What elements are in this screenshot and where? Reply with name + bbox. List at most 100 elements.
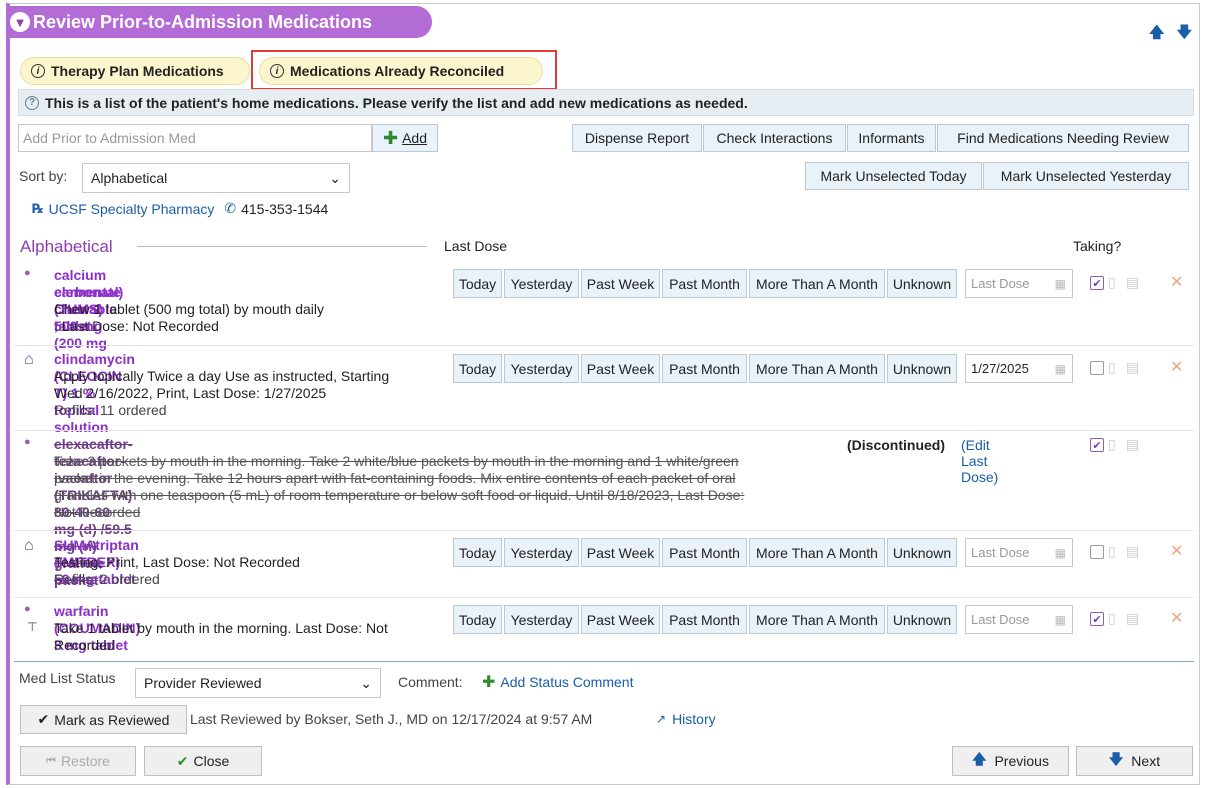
- last-dose-unknown-button[interactable]: Unknown: [887, 269, 957, 298]
- restore-icon: ⏮: [46, 754, 56, 767]
- last-dose-input[interactable]: 1/27/2025 ▦: [965, 354, 1073, 383]
- last-dose-past-week-button[interactable]: Past Week: [581, 605, 660, 634]
- informants-button[interactable]: Informants: [847, 124, 936, 152]
- remove-icon[interactable]: ✕: [1170, 357, 1183, 377]
- info-banner-text: This is a list of the patient's home med…: [45, 94, 748, 111]
- last-dose-more-than-a-month-button[interactable]: More Than A Month: [749, 354, 885, 383]
- med-list-status-label: Med List Status: [19, 670, 116, 686]
- med-sig: Take 3 packets by mouth in the morning. …: [54, 453, 739, 469]
- restore-button[interactable]: ⏮ Restore: [20, 746, 136, 776]
- document-icon[interactable]: ▯: [1108, 359, 1116, 376]
- restore-label: Restore: [60, 753, 110, 769]
- add-med-placeholder: Add Prior to Admission Med: [23, 130, 196, 146]
- pin-icon: ⊤: [27, 620, 38, 634]
- therapy-plan-medications-tab[interactable]: i Therapy Plan Medications: [20, 57, 250, 85]
- last-dose-past-month-button[interactable]: Past Month: [662, 605, 747, 634]
- last-dose-yesterday-button[interactable]: Yesterday: [504, 354, 579, 383]
- note-icon[interactable]: ▤: [1126, 543, 1139, 560]
- document-icon[interactable]: ▯: [1108, 610, 1116, 627]
- close-label: Close: [193, 753, 230, 769]
- last-dose-today-button[interactable]: Today: [453, 605, 502, 634]
- last-dose-today-button[interactable]: Today: [453, 354, 502, 383]
- calendar-icon[interactable]: ▦: [1055, 277, 1066, 291]
- remove-icon[interactable]: ✕: [1170, 272, 1183, 292]
- last-dose-value: Last Dose: [971, 276, 1030, 291]
- last-dose-yesterday-button[interactable]: Yesterday: [504, 269, 579, 298]
- shield-icon: ▼: [10, 12, 30, 32]
- add-button[interactable]: ✚ Add: [372, 124, 438, 152]
- last-dose-past-week-button[interactable]: Past Week: [581, 354, 660, 383]
- last-dose-yesterday-button[interactable]: Yesterday: [504, 538, 579, 567]
- plus-icon: ✚: [482, 674, 496, 691]
- mark-as-reviewed-button[interactable]: ✔ Mark as Reviewed: [20, 705, 187, 734]
- note-icon[interactable]: ▤: [1126, 359, 1139, 376]
- checkmark-icon: ✔: [176, 752, 189, 769]
- taking-checkbox[interactable]: ✔: [1090, 276, 1104, 290]
- check-interactions-button[interactable]: Check Interactions: [703, 124, 846, 152]
- taking-checkbox[interactable]: [1090, 545, 1104, 559]
- last-dose-past-month-button[interactable]: Past Month: [662, 269, 747, 298]
- previous-label: Previous: [994, 753, 1049, 769]
- find-medications-button[interactable]: Find Medications Needing Review: [937, 124, 1189, 152]
- sort-select[interactable]: Alphabetical ⌄: [82, 163, 350, 193]
- last-dose-more-than-a-month-button[interactable]: More Than A Month: [749, 605, 885, 634]
- mark-unselected-yesterday-button[interactable]: Mark Unselected Yesterday: [983, 162, 1189, 190]
- last-dose-more-than-a-month-button[interactable]: More Than A Month: [749, 538, 885, 567]
- last-dose-more-than-a-month-button[interactable]: More Than A Month: [749, 269, 885, 298]
- document-icon[interactable]: ▯: [1108, 543, 1116, 560]
- history-icon: ↗: [656, 712, 667, 726]
- last-dose-past-month-button[interactable]: Past Month: [662, 354, 747, 383]
- note-icon[interactable]: ▤: [1126, 436, 1139, 453]
- dispense-report-button[interactable]: Dispense Report: [572, 124, 702, 152]
- last-dose-today-button[interactable]: Today: [453, 269, 502, 298]
- calendar-icon[interactable]: ▦: [1055, 362, 1066, 376]
- med-sig: Apply topically Twice a day Use as instr…: [54, 368, 390, 384]
- checkmark-icon: ✔: [37, 711, 50, 727]
- last-dose-value: Last Dose: [971, 612, 1030, 627]
- note-icon[interactable]: ▤: [1126, 610, 1139, 627]
- last-dose-input[interactable]: Last Dose ▦: [965, 605, 1073, 634]
- close-button[interactable]: ✔ Close: [144, 746, 262, 776]
- last-dose-input[interactable]: Last Dose ▦: [965, 538, 1073, 567]
- phone-icon: ✆: [224, 200, 237, 216]
- add-status-comment-link[interactable]: ✚ Add Status Comment: [482, 672, 633, 692]
- previous-button[interactable]: 🡅 Previous: [952, 746, 1069, 776]
- med-sig: , Last Dose: Not Recorded: [54, 318, 219, 334]
- add-med-input[interactable]: Add Prior to Admission Med: [18, 124, 372, 152]
- edit-last-dose-link[interactable]: (Edit Last Dose): [961, 437, 998, 485]
- history-link[interactable]: ↗ History: [656, 711, 716, 727]
- chevron-down-icon: ⌄: [360, 674, 372, 691]
- next-button[interactable]: 🡇 Next: [1076, 746, 1193, 776]
- last-dose-today-button[interactable]: Today: [453, 538, 502, 567]
- last-dose-yesterday-button[interactable]: Yesterday: [504, 605, 579, 634]
- section-nav-arrows-icon[interactable]: 🡅 🡇: [1149, 22, 1196, 47]
- status-divider: [14, 661, 1194, 662]
- remove-icon[interactable]: ✕: [1170, 608, 1183, 628]
- last-dose-input[interactable]: Last Dose ▦: [965, 269, 1073, 298]
- last-dose-unknown-button[interactable]: Unknown: [887, 538, 957, 567]
- last-dose-unknown-button[interactable]: Unknown: [887, 605, 957, 634]
- document-icon[interactable]: ▯: [1108, 436, 1116, 453]
- last-dose-past-week-button[interactable]: Past Week: [581, 538, 660, 567]
- up-arrow-icon: 🡅: [972, 751, 987, 767]
- med-sig: Take 1 tablet by mouth in the morning. L…: [54, 620, 388, 636]
- last-dose-past-month-button[interactable]: Past Month: [662, 538, 747, 567]
- last-dose-unknown-button[interactable]: Unknown: [887, 354, 957, 383]
- calendar-icon[interactable]: ▦: [1055, 546, 1066, 560]
- pharmacy-link[interactable]: UCSF Specialty Pharmacy: [49, 201, 215, 217]
- next-label: Next: [1131, 753, 1161, 769]
- taking-checkbox[interactable]: ✔: [1090, 612, 1104, 626]
- panel-title-text: Review Prior-to-Admission Medications: [33, 11, 373, 32]
- last-dose-past-week-button[interactable]: Past Week: [581, 269, 660, 298]
- taking-checkbox[interactable]: ✔: [1090, 438, 1104, 452]
- mark-unselected-today-button[interactable]: Mark Unselected Today: [805, 162, 982, 190]
- remove-icon[interactable]: ✕: [1170, 541, 1183, 561]
- taking-checkbox[interactable]: [1090, 361, 1104, 375]
- med-sig: granules with one teaspoon (5 mL) of roo…: [54, 487, 745, 503]
- calendar-icon[interactable]: ▦: [1055, 613, 1066, 627]
- med-list-status-select[interactable]: Provider Reviewed ⌄: [135, 668, 381, 698]
- add-button-label: Add: [402, 130, 427, 146]
- note-icon[interactable]: ▤: [1126, 274, 1139, 291]
- plus-icon: ✚: [382, 127, 399, 148]
- document-icon[interactable]: ▯: [1108, 274, 1116, 291]
